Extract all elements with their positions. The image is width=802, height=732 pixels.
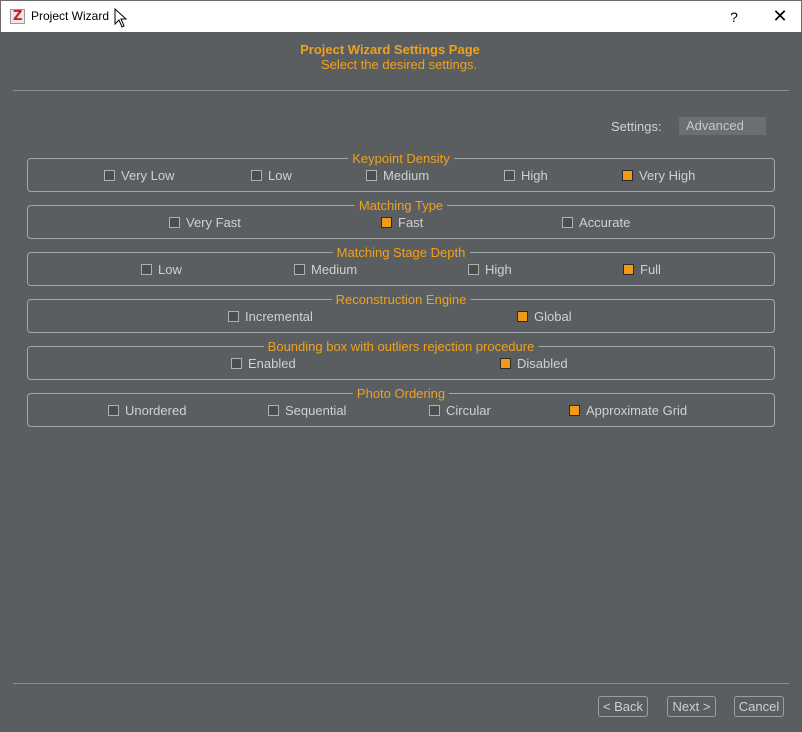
checkbox[interactable] <box>268 405 279 416</box>
option-label: Enabled <box>248 356 296 371</box>
option-depth-medium[interactable]: Medium <box>294 262 357 277</box>
option-depth-full[interactable]: Full <box>623 262 661 277</box>
mouse-cursor-icon <box>114 8 128 28</box>
checkbox[interactable] <box>366 170 377 181</box>
option-bbox-enabled[interactable]: Enabled <box>231 356 296 371</box>
checkbox[interactable] <box>569 405 580 416</box>
checkbox[interactable] <box>622 170 633 181</box>
option-label: Very Low <box>121 168 175 183</box>
back-button[interactable]: < Back <box>598 696 648 717</box>
option-label: Sequential <box>285 403 347 418</box>
option-label: High <box>485 262 512 277</box>
group-title: Matching Stage Depth <box>332 245 470 260</box>
option-ordering-approximate-grid[interactable]: Approximate Grid <box>569 403 687 418</box>
checkbox[interactable] <box>141 264 152 275</box>
option-keypoint-very-high[interactable]: Very High <box>622 168 695 183</box>
settings-dropdown[interactable]: Advanced <box>679 117 766 135</box>
title-bar: Z Project Wizard ? ✕ <box>0 0 802 32</box>
option-matching-accurate[interactable]: Accurate <box>562 215 630 230</box>
page-title: Project Wizard Settings Page <box>300 42 480 57</box>
group-title: Reconstruction Engine <box>331 292 471 307</box>
option-label: Very Fast <box>186 215 241 230</box>
option-label: Low <box>158 262 182 277</box>
checkbox[interactable] <box>500 358 511 369</box>
checkbox[interactable] <box>517 311 528 322</box>
option-keypoint-very-low[interactable]: Very Low <box>104 168 174 183</box>
option-label: Medium <box>311 262 358 277</box>
option-label: Global <box>534 309 572 324</box>
option-label: Full <box>640 262 661 277</box>
next-button[interactable]: Next > <box>667 696 716 717</box>
checkbox[interactable] <box>228 311 239 322</box>
option-ordering-unordered[interactable]: Unordered <box>108 403 186 418</box>
option-keypoint-high[interactable]: High <box>504 168 548 183</box>
matching-stage-depth-group: Matching Stage Depth Low Medium High Ful… <box>27 245 775 286</box>
checkbox[interactable] <box>104 170 115 181</box>
option-label: Disabled <box>517 356 568 371</box>
header-divider <box>13 90 789 91</box>
option-depth-low[interactable]: Low <box>141 262 182 277</box>
checkbox[interactable] <box>429 405 440 416</box>
checkbox[interactable] <box>381 217 392 228</box>
checkbox[interactable] <box>504 170 515 181</box>
option-label: Circular <box>446 403 491 418</box>
option-label: High <box>521 168 548 183</box>
option-label: Unordered <box>125 403 187 418</box>
close-button[interactable]: ✕ <box>758 1 802 33</box>
wizard-content: Project Wizard Settings Page Select the … <box>1 32 801 731</box>
keypoint-density-group: Keypoint Density Very Low Low Medium Hig… <box>27 151 775 192</box>
option-engine-incremental[interactable]: Incremental <box>228 309 313 324</box>
option-engine-global[interactable]: Global <box>517 309 572 324</box>
checkbox[interactable] <box>108 405 119 416</box>
option-label: Very High <box>639 168 696 183</box>
option-label: Accurate <box>579 215 631 230</box>
checkbox[interactable] <box>623 264 634 275</box>
option-ordering-sequential[interactable]: Sequential <box>268 403 346 418</box>
group-title: Photo Ordering <box>352 386 450 401</box>
footer-divider <box>13 683 789 684</box>
reconstruction-engine-group: Reconstruction Engine Incremental Global <box>27 292 775 333</box>
option-keypoint-low[interactable]: Low <box>251 168 292 183</box>
app-icon: Z <box>10 9 25 24</box>
option-depth-high[interactable]: High <box>468 262 512 277</box>
checkbox[interactable] <box>294 264 305 275</box>
bounding-box-group: Bounding box with outliers rejection pro… <box>27 339 775 380</box>
option-label: Medium <box>383 168 430 183</box>
page-subtitle: Select the desired settings. <box>320 57 478 72</box>
option-label: Approximate Grid <box>586 403 688 418</box>
checkbox[interactable] <box>251 170 262 181</box>
matching-type-group: Matching Type Very Fast Fast Accurate <box>27 198 775 239</box>
checkbox[interactable] <box>231 358 242 369</box>
checkbox[interactable] <box>468 264 479 275</box>
settings-label: Settings: <box>611 119 662 134</box>
checkbox[interactable] <box>562 217 573 228</box>
option-bbox-disabled[interactable]: Disabled <box>500 356 568 371</box>
option-keypoint-medium[interactable]: Medium <box>366 168 429 183</box>
group-title: Bounding box with outliers rejection pro… <box>263 339 539 354</box>
option-matching-fast[interactable]: Fast <box>381 215 423 230</box>
option-matching-very-fast[interactable]: Very Fast <box>169 215 241 230</box>
help-button[interactable]: ? <box>717 1 751 33</box>
photo-ordering-group: Photo Ordering Unordered Sequential Circ… <box>27 386 775 427</box>
cancel-button[interactable]: Cancel <box>734 696 784 717</box>
option-label: Incremental <box>245 309 313 324</box>
option-label: Low <box>268 168 292 183</box>
option-label: Fast <box>398 215 424 230</box>
app-icon-letter: Z <box>13 9 23 24</box>
option-ordering-circular[interactable]: Circular <box>429 403 491 418</box>
checkbox[interactable] <box>169 217 180 228</box>
group-title: Matching Type <box>354 198 448 213</box>
group-title: Keypoint Density <box>348 151 454 166</box>
window-title: Project Wizard <box>31 9 110 23</box>
